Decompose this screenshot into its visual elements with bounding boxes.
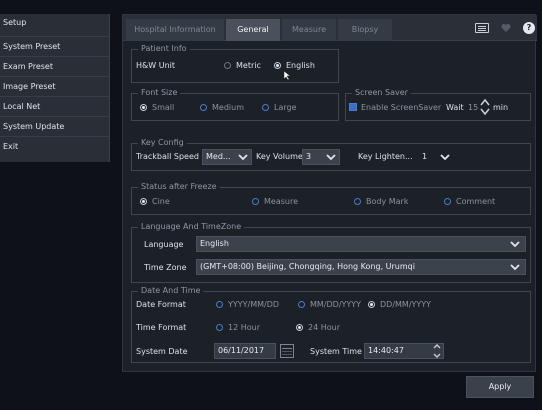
timezone-value: (GMT+08:00) Beijing, Chongqing, Hong Kon… [200,262,415,271]
key-lighten-label: Key Lighten... [358,152,413,161]
freeze-bodymark-label: Body Mark [366,197,409,206]
freeze-measure-radio[interactable] [252,198,259,205]
trackball-speed-label: Trackball Speed [136,152,199,161]
date-format-mdy-label: MM/DD/YYYY [310,300,362,309]
sidebar-item-image-preset[interactable]: Image Preset [0,76,110,96]
timezone-label: Time Zone [144,263,187,272]
hw-unit-label: H&W Unit [136,61,175,70]
font-medium-label: Medium [212,103,244,112]
freeze-bodymark-radio[interactable] [354,198,361,205]
screen-saver-group: Screen Saver Enable ScreenSaver Wait 15 … [345,88,531,121]
time-format-label: Time Format [136,323,187,332]
date-time-group: Date And Time Date Format YYYY/MM/DD MM/… [131,286,531,363]
language-legend: Language And TimeZone [138,222,245,232]
chevron-down-icon[interactable] [440,152,450,162]
freeze-cine-label: Cine [152,197,170,206]
system-date-input[interactable]: 06/11/2017 [214,343,276,359]
time-format-24-radio[interactable] [296,324,303,331]
key-lighten-value[interactable]: 1 [422,152,427,162]
freeze-comment-radio[interactable] [444,198,451,205]
tab-measure[interactable]: Measure [282,19,336,41]
enable-screensaver-checkbox[interactable] [349,103,357,111]
sidebar-item-exam-preset[interactable]: Exam Preset [0,56,110,76]
language-value: English [200,239,229,248]
font-medium-radio[interactable] [200,104,207,111]
chevron-down-icon[interactable] [326,152,336,162]
patient-info-group: Patient Info H&W Unit Metric English [131,44,339,83]
date-format-dmy-radio[interactable] [368,301,375,308]
date-format-ymd-label: YYYY/MM/DD [228,300,280,309]
system-date-label: System Date [136,347,188,356]
language-timezone-group: Language And TimeZone Language English T… [131,222,531,283]
help-icon[interactable]: ? [523,22,535,34]
wait-spinner-icon[interactable] [480,98,490,116]
freeze-group: Status after Freeze Cine Measure Body Ma… [131,182,531,215]
heart-icon [501,24,511,32]
tab-biopsy[interactable]: Biopsy [338,19,392,41]
time-format-12-radio[interactable] [216,324,223,331]
freeze-comment-label: Comment [456,197,496,206]
chevron-down-icon[interactable] [510,239,520,249]
patient-info-legend: Patient Info [138,44,190,54]
mouse-cursor-icon [284,71,291,81]
system-time-label: System Time [310,347,362,356]
key-volume-value: 3 [306,152,312,161]
font-large-radio[interactable] [262,104,269,111]
key-config-legend: Key Config [138,138,187,148]
metric-label: Metric [236,61,261,70]
freeze-legend: Status after Freeze [138,182,220,192]
tab-general[interactable]: General [226,19,280,41]
setup-sidebar: Setup System Preset Exam Preset Image Pr… [0,14,110,162]
language-select[interactable]: English [196,236,526,252]
chevron-down-icon[interactable] [238,152,248,162]
font-large-label: Large [274,103,297,112]
freeze-cine-radio[interactable] [140,198,147,205]
trackball-speed-value: Med... [206,152,231,161]
sidebar-title: Setup [3,18,27,27]
metric-radio[interactable] [224,62,231,69]
sidebar-item-system-update[interactable]: System Update [0,116,110,136]
english-label: English [286,61,315,70]
system-time-value: 14:40:47 [368,346,404,355]
key-config-group: Key Config Trackball Speed Med... Key Vo… [131,138,531,171]
wait-value-input[interactable]: 15 [468,103,478,113]
enable-screensaver-label: Enable ScreenSaver [361,103,442,112]
date-format-ymd-radio[interactable] [216,301,223,308]
sidebar-item-system-preset[interactable]: System Preset [0,36,110,56]
wait-label: Wait [446,103,464,112]
sidebar-item-local-net[interactable]: Local Net [0,96,110,116]
tab-bar: Hospital Information General Measure Bio… [123,15,537,41]
language-label: Language [144,240,184,249]
font-small-label: Small [152,103,175,112]
general-settings-panel: Hospital Information General Measure Bio… [122,14,537,372]
time-format-12-label: 12 Hour [228,323,260,332]
date-format-label: Date Format [136,300,186,309]
freeze-measure-label: Measure [264,197,298,206]
time-spinner-icon[interactable] [432,342,442,360]
sidebar-item-exit[interactable]: Exit [0,136,110,156]
time-format-24-label: 24 Hour [308,323,340,332]
app-window: Setup System Preset Exam Preset Image Pr… [0,0,542,410]
chevron-down-icon[interactable] [510,262,520,272]
font-size-group: Font Size Small Medium Large [131,88,339,121]
timezone-select[interactable]: (GMT+08:00) Beijing, Chongqing, Hong Kon… [196,259,526,275]
calendar-icon[interactable] [280,344,294,358]
apply-button[interactable]: Apply [466,376,534,398]
tab-hospital-information[interactable]: Hospital Information [126,19,224,41]
key-volume-label: Key Volume [256,152,303,161]
keyboard-icon[interactable] [475,23,489,33]
system-date-value: 06/11/2017 [218,346,265,355]
screen-saver-legend: Screen Saver [352,88,411,98]
wait-unit-label: min [493,103,509,112]
date-format-dmy-label: DD/MM/YYYY [380,300,432,309]
font-small-radio[interactable] [140,104,147,111]
font-size-legend: Font Size [138,88,181,98]
date-time-legend: Date And Time [138,286,204,296]
date-format-mdy-radio[interactable] [298,301,305,308]
english-radio[interactable] [274,62,281,69]
